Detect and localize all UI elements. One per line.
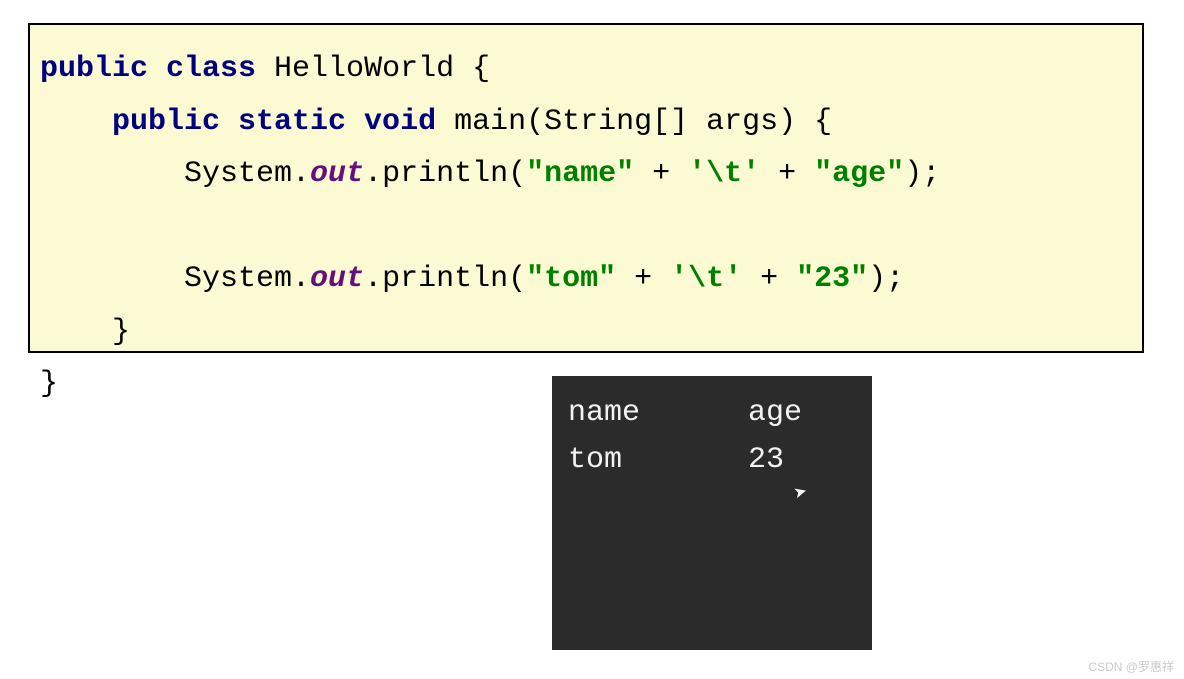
string-literal: "age" [814,157,904,191]
console-cell: age [748,396,802,430]
indent [40,105,112,139]
op: + [742,262,796,296]
string-literal: "tom" [526,262,616,296]
indent: System. [40,262,310,296]
mouse-cursor-icon: ➤ [791,477,813,513]
class-decl: HelloWorld { [256,52,490,86]
op: + [616,262,670,296]
brace-close: } [40,315,130,349]
char-literal: '\t' [688,157,760,191]
char-literal: '\t' [670,262,742,296]
console-output: name age tom 23 ➤ [552,376,872,650]
string-literal: "name" [526,157,634,191]
console-cell: 23 [748,443,784,477]
console-cell: tom [568,443,622,477]
semi: ); [904,157,940,191]
brace-close: } [40,367,58,401]
field-out: out [310,262,364,296]
call: .println( [364,262,526,296]
op: + [634,157,688,191]
method-sig: main(String[] args) { [436,105,832,139]
watermark: CSDN @罗惠祥 [1088,658,1174,675]
call: .println( [364,157,526,191]
code-panel: public class HelloWorld { public static … [28,23,1144,353]
op: + [760,157,814,191]
string-literal: "23" [796,262,868,296]
keyword: public static void [112,105,436,139]
keyword: public class [40,52,256,86]
console-cell: name [568,396,640,430]
field-out: out [310,157,364,191]
indent: System. [40,157,310,191]
semi: ); [868,262,904,296]
